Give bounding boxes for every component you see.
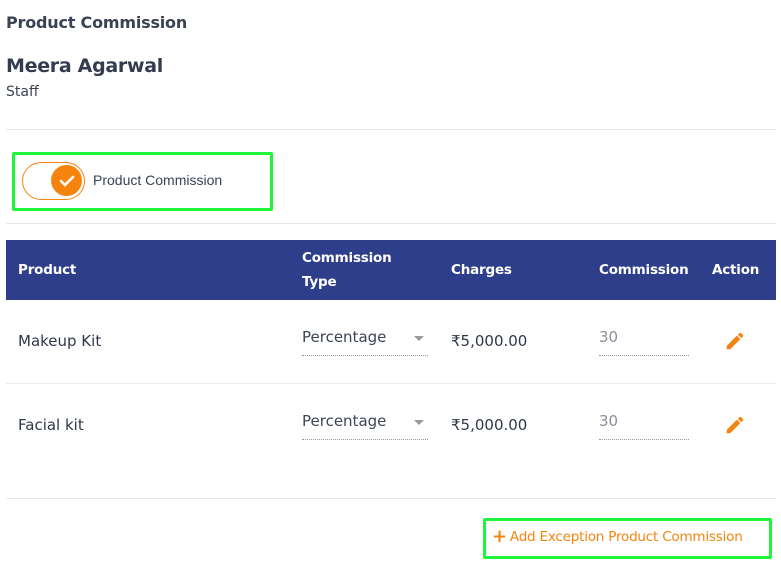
commission-value: 30 xyxy=(599,412,619,430)
commission-value: 30 xyxy=(599,328,619,346)
divider xyxy=(6,129,776,130)
commission-input[interactable]: 30 xyxy=(599,410,689,440)
column-header-action: Action xyxy=(712,262,760,278)
pencil-icon xyxy=(726,416,744,434)
toggle-label: Product Commission xyxy=(93,172,223,188)
staff-role: Staff xyxy=(6,84,39,100)
commission-type-value: Percentage xyxy=(302,412,387,430)
staff-name: Meera Agarwal xyxy=(6,55,163,77)
commission-type-select[interactable]: Percentage xyxy=(302,410,428,440)
charges-value: ₹5,000.00 xyxy=(451,332,528,350)
edit-button[interactable] xyxy=(724,330,746,352)
commission-type-value: Percentage xyxy=(302,328,387,346)
check-icon xyxy=(59,175,74,186)
product-name: Facial kit xyxy=(18,416,84,434)
charges-value: ₹5,000.00 xyxy=(451,416,528,434)
commission-type-select[interactable]: Percentage xyxy=(302,326,428,356)
divider xyxy=(6,223,776,224)
commission-input[interactable]: 30 xyxy=(599,326,689,356)
table-row: Makeup Kit Percentage ₹5,000.00 30 xyxy=(6,300,776,384)
column-header-commission-type: Commission Type xyxy=(302,250,392,290)
add-exception-label: Add Exception Product Commission xyxy=(509,529,743,545)
caret-down-icon xyxy=(414,420,424,425)
toggle-knob xyxy=(51,165,82,196)
section-title: Product Commission xyxy=(6,13,188,32)
divider xyxy=(6,498,776,499)
column-header-product: Product xyxy=(18,262,77,278)
pencil-icon xyxy=(726,332,744,350)
product-commission-toggle[interactable] xyxy=(22,162,85,200)
table-header: Product Commission Type Charges Commissi… xyxy=(6,240,776,300)
caret-down-icon xyxy=(414,336,424,341)
edit-button[interactable] xyxy=(724,414,746,436)
column-header-charges: Charges xyxy=(451,262,512,278)
product-name: Makeup Kit xyxy=(18,332,102,350)
table-row: Facial kit Percentage ₹5,000.00 30 xyxy=(6,384,776,468)
add-exception-product-commission-button[interactable]: + Add Exception Product Commission xyxy=(492,526,743,547)
product-commission-page: Product Commission Meera Agarwal Staff P… xyxy=(0,0,781,576)
plus-icon: + xyxy=(492,526,507,547)
column-header-commission: Commission xyxy=(599,262,689,278)
